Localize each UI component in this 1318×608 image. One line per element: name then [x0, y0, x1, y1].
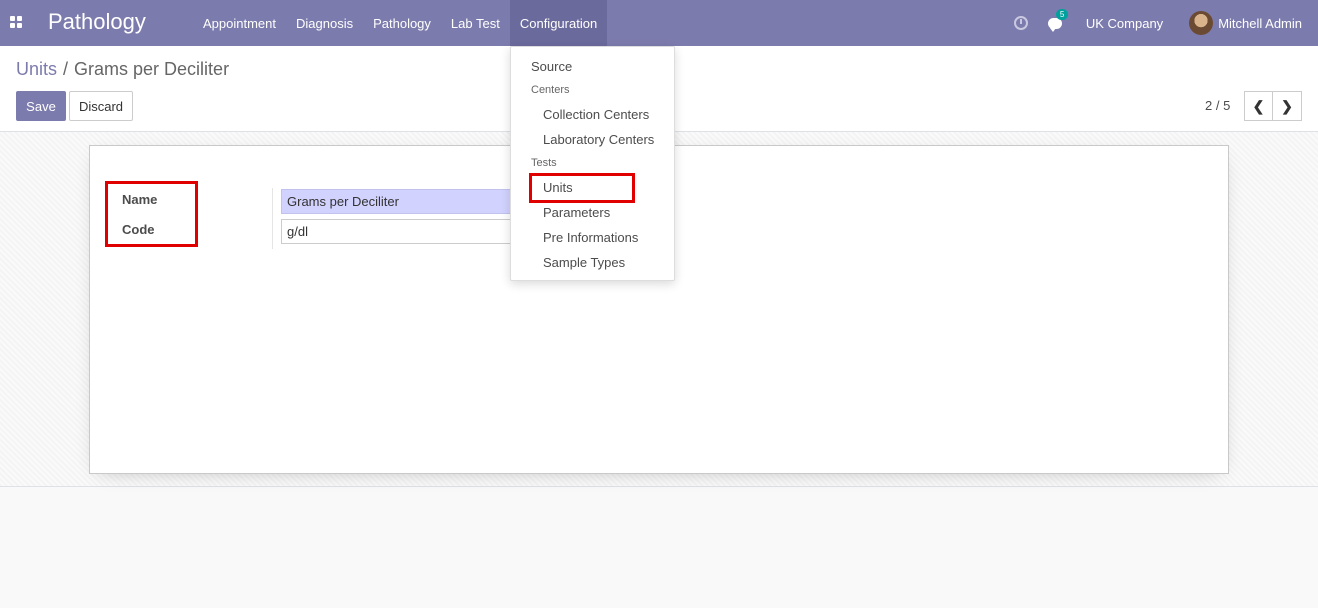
chat-count-badge: 5: [1055, 8, 1069, 20]
breadcrumb: Units / Grams per Deciliter: [16, 59, 229, 80]
dropdown-source[interactable]: Source: [531, 59, 572, 74]
messaging-menu[interactable]: 5: [1047, 8, 1069, 32]
dropdown-tests-header: Tests: [531, 157, 557, 169]
dropdown-sample-types[interactable]: Sample Types: [543, 255, 625, 270]
name-input[interactable]: [281, 189, 521, 214]
menu-pathology[interactable]: Pathology: [363, 0, 441, 46]
chevron-left-icon: ❮: [1252, 97, 1265, 114]
discard-button[interactable]: Discard: [69, 91, 133, 121]
menu-configuration[interactable]: Configuration: [509, 0, 608, 46]
top-navbar: Pathology Appointment Diagnosis Patholog…: [0, 0, 1318, 46]
pager-value[interactable]: 2 / 5: [1205, 98, 1230, 113]
company-switcher[interactable]: UK Company: [1086, 16, 1163, 31]
pager-next-button[interactable]: ❯: [1273, 91, 1302, 121]
breadcrumb-units-link[interactable]: Units: [16, 59, 57, 80]
menu-appointment[interactable]: Appointment: [193, 0, 286, 46]
activity-clock-icon[interactable]: [1013, 16, 1028, 30]
breadcrumb-current: Grams per Deciliter: [74, 59, 230, 79]
breadcrumb-separator: /: [63, 59, 69, 79]
menu-diagnosis[interactable]: Diagnosis: [286, 0, 363, 46]
dropdown-pre-informations[interactable]: Pre Informations: [543, 230, 638, 245]
dropdown-centers-header: Centers: [531, 84, 570, 96]
menu-lab-test[interactable]: Lab Test: [441, 0, 510, 46]
user-menu[interactable]: Mitchell Admin: [1218, 16, 1302, 31]
configuration-dropdown: Source Centers Collection Centers Labora…: [510, 46, 675, 281]
dropdown-collection-centers[interactable]: Collection Centers: [543, 107, 649, 122]
code-input[interactable]: [281, 219, 521, 244]
navbar-systray: 5 UK Company Mitchell Admin: [1013, 0, 1318, 46]
chevron-right-icon: ❯: [1281, 97, 1293, 114]
apps-menu-icon[interactable]: [10, 16, 22, 28]
dropdown-parameters[interactable]: Parameters: [543, 205, 610, 220]
highlight-units-box: [529, 173, 635, 203]
user-avatar[interactable]: [1189, 11, 1214, 35]
field-divider: [272, 188, 273, 249]
save-button[interactable]: Save: [16, 91, 66, 121]
pager-buttons: ❮ ❯: [1244, 91, 1302, 121]
app-brand[interactable]: Pathology: [48, 9, 146, 35]
dropdown-laboratory-centers[interactable]: Laboratory Centers: [543, 132, 654, 147]
highlight-fields-box: [105, 181, 198, 247]
pager-previous-button[interactable]: ❮: [1244, 91, 1273, 121]
main-menu: Appointment Diagnosis Pathology Lab Test…: [193, 0, 608, 46]
